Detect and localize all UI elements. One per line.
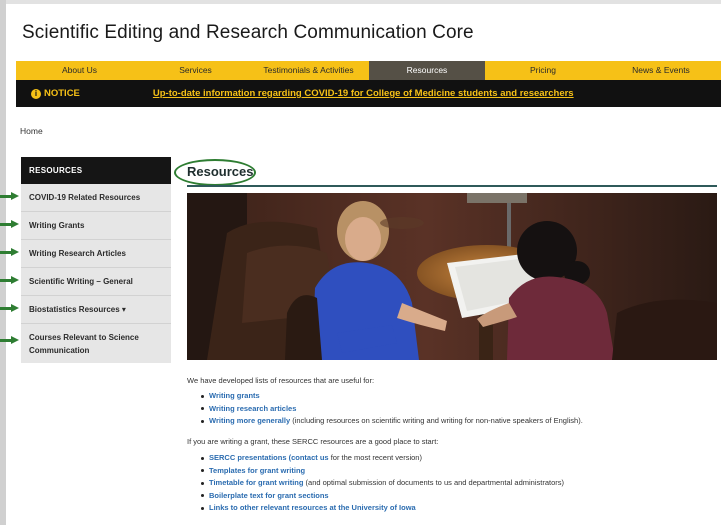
- breadcrumb-home[interactable]: Home: [20, 126, 43, 136]
- list-item-note: (and optimal submission of documents to …: [303, 478, 564, 488]
- notice-label-group: i NOTICE: [31, 88, 80, 99]
- sercc-presentations-link[interactable]: SERCC presentations (contact us: [209, 453, 329, 462]
- sidebar-divider: [21, 239, 171, 240]
- covid-notice-link[interactable]: Up-to-date information regarding COVID-1…: [153, 88, 574, 99]
- sidebar-divider: [21, 211, 171, 212]
- intro-text: We have developed lists of resources tha…: [187, 376, 375, 385]
- list-item-note: (including resources on scientific writi…: [290, 416, 583, 426]
- boilerplate-link[interactable]: Boilerplate text for grant sections: [209, 491, 329, 500]
- list-item: Timetable for grant writing (and optimal…: [200, 477, 564, 490]
- site-title[interactable]: Scientific Editing and Research Communic…: [22, 22, 474, 44]
- title-underline: [187, 185, 717, 187]
- grant-resources-list: SERCC presentations (contact us for the …: [200, 452, 564, 515]
- page-title: Resources: [187, 164, 254, 179]
- notice-bar: i NOTICE Up-to-date information regardin…: [16, 80, 721, 107]
- timetable-link[interactable]: Timetable for grant writing: [209, 478, 303, 487]
- sidebar-divider: [21, 323, 171, 324]
- list-item: Templates for grant writing: [200, 465, 564, 478]
- notice-label: NOTICE: [44, 88, 80, 99]
- info-icon: i: [31, 88, 41, 99]
- green-arrow-icon: [0, 192, 19, 201]
- green-arrow-icon: [0, 336, 19, 345]
- writing-generally-link[interactable]: Writing more generally: [209, 416, 290, 425]
- nav-pricing[interactable]: Pricing: [485, 61, 601, 80]
- window-left-edge: [0, 0, 6, 525]
- green-arrow-icon: [0, 304, 19, 313]
- nav-testimonials-activities[interactable]: Testimonials & Activities: [248, 61, 369, 80]
- main-nav: About Us Services Testimonials & Activit…: [16, 61, 721, 80]
- green-arrow-icon: [0, 276, 19, 285]
- list-item-note: for the most recent version): [328, 453, 422, 462]
- nav-news-events[interactable]: News & Events: [601, 61, 721, 80]
- window-top-edge: [0, 0, 721, 4]
- list-item: SERCC presentations (contact us for the …: [200, 452, 564, 465]
- grant-intro-text: If you are writing a grant, these SERCC …: [187, 437, 439, 446]
- other-resources-link[interactable]: Links to other relevant resources at the…: [209, 503, 416, 512]
- sidebar-item-scientific-writing[interactable]: Scientific Writing – General: [29, 275, 167, 288]
- list-item: Writing more generally (including resour…: [200, 415, 583, 428]
- list-item: Boilerplate text for grant sections: [200, 490, 564, 503]
- sidebar-item-courses[interactable]: Courses Relevant to Science Communicatio…: [29, 331, 167, 357]
- resources-sidebar: RESOURCES COVID-19 Related Resources Wri…: [21, 157, 171, 363]
- green-arrow-icon: [0, 220, 19, 229]
- writing-articles-link[interactable]: Writing research articles: [209, 404, 296, 413]
- nav-about-us[interactable]: About Us: [16, 61, 143, 80]
- green-arrow-icon: [0, 248, 19, 257]
- templates-link[interactable]: Templates for grant writing: [209, 466, 305, 475]
- sidebar-item-covid[interactable]: COVID-19 Related Resources: [29, 191, 167, 204]
- sidebar-divider: [21, 267, 171, 268]
- sidebar-item-writing-articles[interactable]: Writing Research Articles: [29, 247, 167, 260]
- useful-for-list: Writing grants Writing research articles…: [200, 390, 583, 428]
- sidebar-heading: RESOURCES: [21, 157, 171, 184]
- sidebar-item-biostatistics[interactable]: Biostatistics Resources ▾: [29, 303, 167, 316]
- list-item: Links to other relevant resources at the…: [200, 502, 564, 515]
- writing-grants-link[interactable]: Writing grants: [209, 391, 260, 400]
- list-item: Writing grants: [200, 390, 583, 403]
- nav-resources[interactable]: Resources: [369, 61, 485, 80]
- sidebar-item-writing-grants[interactable]: Writing Grants: [29, 219, 167, 232]
- hero-photo: [187, 193, 717, 360]
- sidebar-divider: [21, 295, 171, 296]
- list-item: Writing research articles: [200, 403, 583, 416]
- nav-services[interactable]: Services: [143, 61, 248, 80]
